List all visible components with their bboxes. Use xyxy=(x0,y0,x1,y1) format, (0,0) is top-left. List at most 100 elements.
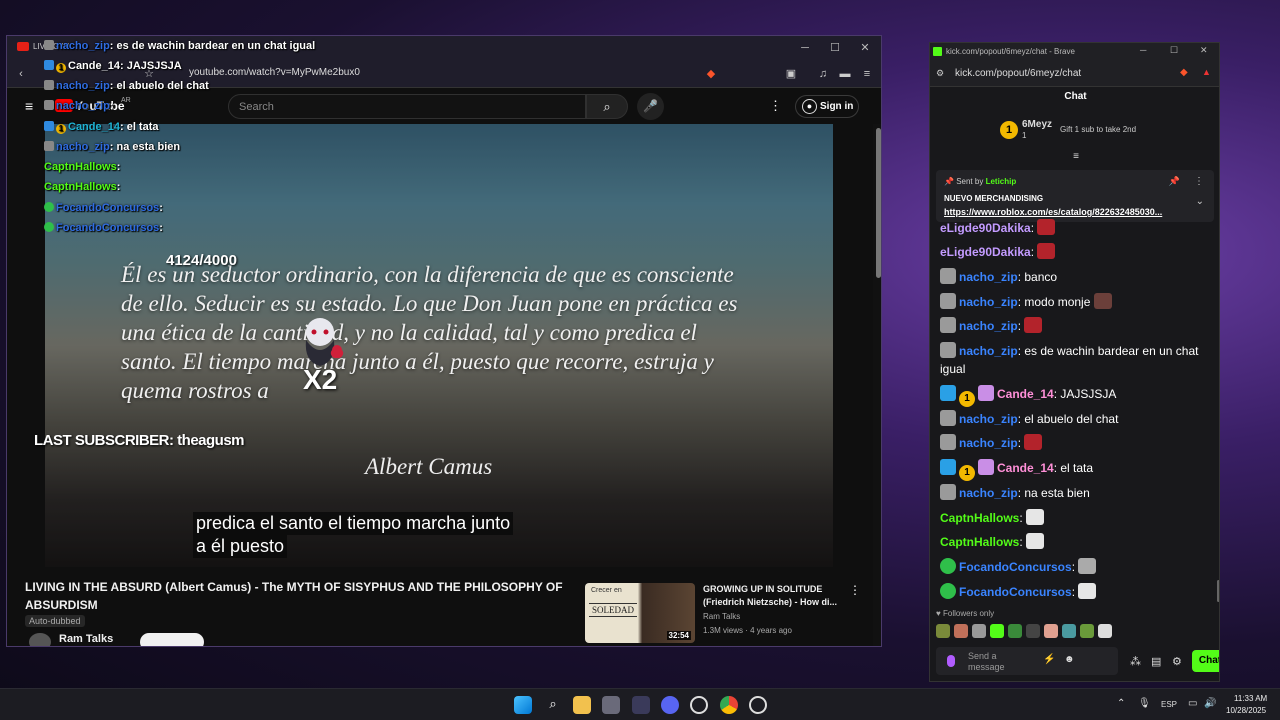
recommended-more-icon[interactable]: ⋮ xyxy=(849,583,861,597)
chat-username[interactable]: CaptnHallows xyxy=(940,511,1019,525)
pinned-link[interactable]: https://www.roblox.com/es/catalog/822632… xyxy=(944,207,1194,217)
sign-in-button[interactable]: ● Sign in xyxy=(795,95,859,118)
recommended-thumbnail[interactable]: Crecer en SOLEDAD 32:54 xyxy=(585,583,695,643)
chat-username[interactable]: Cande_14 xyxy=(997,461,1054,475)
chat-username[interactable]: nacho_zip xyxy=(959,295,1018,309)
brave-app-icon[interactable] xyxy=(632,696,650,714)
emote-icon[interactable] xyxy=(1098,624,1112,638)
chat-username[interactable]: nacho_zip xyxy=(959,436,1018,450)
search-icon[interactable]: ⌕ xyxy=(544,696,562,714)
chat-message: nacho_zip: xyxy=(940,434,1202,452)
maximize-icon[interactable]: ☐ xyxy=(1170,45,1178,56)
input-language[interactable]: ESP xyxy=(1161,700,1177,709)
clock-time[interactable]: 11:33 AM xyxy=(1234,694,1267,703)
chat-username[interactable]: nacho_zip xyxy=(959,319,1018,333)
tray-overflow-icon[interactable]: ⌃ xyxy=(1117,698,1125,709)
rewards-icon[interactable]: ▲ xyxy=(1202,67,1211,77)
store-icon[interactable] xyxy=(602,696,620,714)
emoji-icon[interactable]: ☻ xyxy=(1064,654,1075,665)
chat-username[interactable]: eLigde90Dakika xyxy=(940,221,1031,235)
gift-sub-prompt[interactable]: Gift 1 sub to take 2nd xyxy=(1060,125,1136,134)
tray-microphone-icon[interactable]: 🎙 xyxy=(1138,698,1151,709)
minimize-icon[interactable]: ─ xyxy=(1140,45,1146,55)
emote-icon xyxy=(1026,533,1045,549)
overlay-chat-line: FocandoConcursos: xyxy=(44,202,163,214)
chat-username[interactable]: eLigde90Dakika xyxy=(940,245,1031,259)
search-input[interactable]: Search xyxy=(228,94,586,119)
chat-username[interactable]: nacho_zip xyxy=(959,270,1018,284)
emote-icon[interactable] xyxy=(936,624,950,638)
microphone-icon[interactable] xyxy=(947,655,955,667)
overlay-chat-line: 1 Cande_14: JAJSJSJA xyxy=(44,60,182,73)
scrollbar-thumb[interactable] xyxy=(876,128,881,278)
emote-icon[interactable] xyxy=(1062,624,1076,638)
recommended-channel[interactable]: Ram Talks xyxy=(703,612,740,621)
url-field[interactable]: youtube.com/watch?v=MyPwMe2bux0 xyxy=(189,67,360,78)
sidebar-icon[interactable]: ▣ xyxy=(783,66,799,82)
site-settings-icon[interactable]: ⚙ xyxy=(936,68,944,79)
start-menu-icon[interactable] xyxy=(514,696,532,714)
emote-icon[interactable] xyxy=(1080,624,1094,638)
discord-icon[interactable] xyxy=(661,696,679,714)
more-options-icon[interactable]: ⋮ xyxy=(1194,176,1204,187)
top-gifter-name[interactable]: 6Meyz xyxy=(1022,119,1052,130)
gif-icon[interactable]: ⚡ xyxy=(1043,654,1055,665)
chat-username[interactable]: Cande_14 xyxy=(997,387,1054,401)
brave-shield-icon[interactable]: ◆ xyxy=(703,66,719,82)
kick-chat-window: kick.com/popout/6meyz/chat - Brave ─ ☐ ✕… xyxy=(929,42,1220,682)
steam-icon[interactable] xyxy=(690,696,708,714)
channel-name[interactable]: Ram Talks xyxy=(59,633,113,645)
microphone-icon[interactable]: 🎤 xyxy=(637,93,664,120)
chat-username[interactable]: nacho_zip xyxy=(959,344,1018,358)
media-icon[interactable]: ♫ xyxy=(815,66,831,82)
chevron-down-icon[interactable]: ⌄ xyxy=(1196,196,1204,207)
hamburger-menu-icon[interactable]: ≡ xyxy=(25,98,33,114)
badge-icon xyxy=(940,385,956,401)
channel-avatar[interactable] xyxy=(29,633,51,646)
minimize-icon[interactable]: ─ xyxy=(795,40,815,56)
page-scrollbar[interactable] xyxy=(873,124,881,646)
close-icon[interactable]: ✕ xyxy=(1200,45,1208,56)
chat-username[interactable]: nacho_zip xyxy=(959,412,1018,426)
gift-icon[interactable]: ▤ xyxy=(1151,655,1161,668)
emote-icon[interactable] xyxy=(990,624,1004,638)
kick-url-field[interactable]: kick.com/popout/6meyz/chat xyxy=(955,68,1081,79)
emote-icon[interactable] xyxy=(1026,624,1040,638)
extensions-icon[interactable]: ▬ xyxy=(837,66,853,82)
send-chat-button[interactable]: Chat xyxy=(1192,650,1219,672)
pin-icon[interactable]: 📌 xyxy=(1169,176,1180,187)
emote-icon xyxy=(1037,219,1056,235)
chat-username[interactable]: FocandoConcursos xyxy=(959,585,1072,599)
settings-icon[interactable]: ⚙ xyxy=(1172,655,1182,668)
chat-username[interactable]: FocandoConcursos xyxy=(959,560,1072,574)
emote-icon[interactable] xyxy=(1044,624,1058,638)
chat-username[interactable]: CaptnHallows xyxy=(940,535,1019,549)
chat-scrollbar[interactable] xyxy=(1217,580,1219,602)
recommended-title[interactable]: GROWING UP IN SOLITUDE (Friedrich Nietzs… xyxy=(703,583,843,609)
close-icon[interactable]: ✕ xyxy=(855,40,875,56)
file-explorer-icon[interactable] xyxy=(573,696,591,714)
back-icon[interactable]: ‹ xyxy=(13,66,29,82)
chat-message-input[interactable]: Send a message ⚡ ☻ xyxy=(936,647,1118,675)
collapse-icon[interactable]: ≡ xyxy=(1069,151,1083,162)
maximize-icon[interactable]: ☐ xyxy=(825,40,845,56)
kicks-icon[interactable]: ⁂ xyxy=(1130,655,1141,668)
menu-icon[interactable]: ≡ xyxy=(859,66,875,82)
search-icon[interactable]: ⌕ xyxy=(586,94,628,119)
more-options-icon[interactable]: ⋮ xyxy=(769,98,782,114)
emote-icon[interactable] xyxy=(1008,624,1022,638)
recommended-video[interactable]: Crecer en SOLEDAD 32:54 GROWING UP IN SO… xyxy=(585,583,865,646)
emote-icon[interactable] xyxy=(954,624,968,638)
video-player[interactable]: Él es un seductor ordinario, con la dife… xyxy=(45,124,833,567)
clock-date[interactable]: 10/28/2025 xyxy=(1226,706,1266,715)
chrome-icon[interactable] xyxy=(720,696,738,714)
obs-icon[interactable] xyxy=(749,696,767,714)
subscribe-button[interactable] xyxy=(140,633,204,646)
verified-badge-icon xyxy=(940,583,956,599)
chat-username[interactable]: nacho_zip xyxy=(959,486,1018,500)
gift-badge-icon xyxy=(978,385,994,401)
emote-icon[interactable] xyxy=(972,624,986,638)
brave-shield-icon[interactable]: ◆ xyxy=(1180,67,1188,78)
volume-icon[interactable]: 🔊 xyxy=(1204,698,1216,709)
network-icon[interactable]: ▭ xyxy=(1188,698,1197,709)
